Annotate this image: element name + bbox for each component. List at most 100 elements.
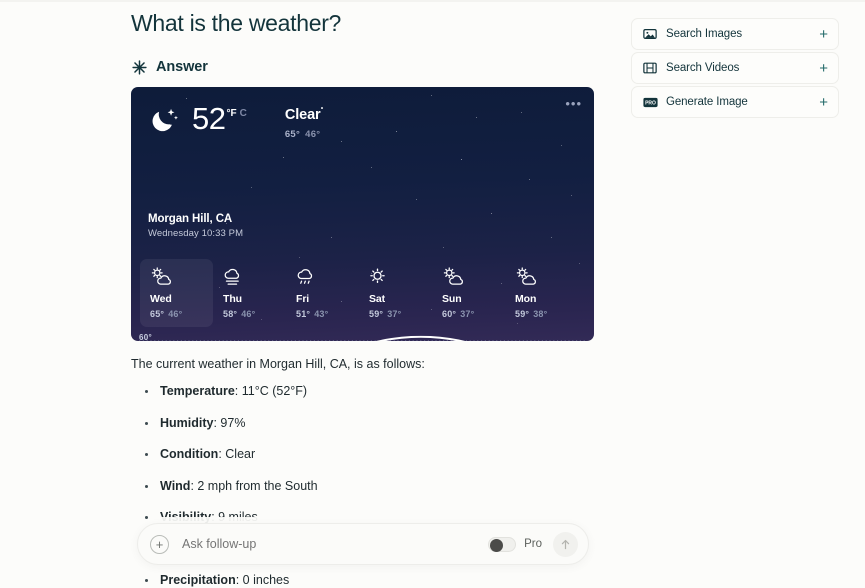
unit-celsius[interactable]: C xyxy=(240,107,247,121)
condition-name: Clear xyxy=(284,107,321,123)
list-item: Humidity: 97% xyxy=(131,414,601,432)
forecast-high: 58° xyxy=(223,309,238,319)
add-attachment-icon[interactable]: + xyxy=(150,534,169,554)
detail-label: Wind xyxy=(160,478,191,493)
list-item: Wind: 2 mph from the South xyxy=(131,477,601,495)
forecast-high: 60° xyxy=(442,309,457,319)
forecast-day-temps: 65° 46° xyxy=(150,309,213,319)
forecast-day-label: Sun xyxy=(442,293,462,305)
weather-card: ••• 52 °F C Clear 65° 46° Morgan Hill, C… xyxy=(131,87,594,341)
location-block: Morgan Hill, CA Wednesday 10:33 PM xyxy=(148,213,243,239)
bullet-icon xyxy=(145,421,148,425)
detail-value: : 97% xyxy=(213,415,246,430)
detail-value: : 9 miles xyxy=(211,510,258,524)
add-icon[interactable]: + xyxy=(819,27,828,42)
rail-item-label: Search Images xyxy=(666,28,743,40)
pro-badge-icon: PRO xyxy=(643,95,658,109)
forecast-low: 38° xyxy=(533,309,548,319)
forecast-low: 37° xyxy=(460,309,475,319)
unit-toggle[interactable]: °F C xyxy=(226,107,246,121)
condition-block: Clear 65° 46° xyxy=(285,106,321,142)
sun-behind-cloud-icon xyxy=(515,267,537,287)
forecast-day-label: Mon xyxy=(515,293,537,305)
forecast-day-wed[interactable]: Wed 65° 46° xyxy=(140,259,213,327)
location-datetime: Wednesday 10:33 PM xyxy=(148,228,244,239)
forecast-high: 59° xyxy=(369,309,384,319)
unit-fahrenheit[interactable]: °F xyxy=(226,107,236,121)
bullet-icon xyxy=(145,390,148,393)
svg-text:PRO: PRO xyxy=(645,101,656,107)
current-temperature: 52 xyxy=(192,101,226,136)
detail-label: Humidity xyxy=(160,415,214,430)
forecast-day-fri[interactable]: Fri 51° 43° xyxy=(286,259,359,327)
forecast-day-temps: 51° 43° xyxy=(296,309,359,319)
sun-behind-cloud-icon xyxy=(150,267,172,287)
condition-high-low: 65° 46° xyxy=(285,129,321,140)
arrow-up-icon xyxy=(561,539,570,549)
rail-item-search-videos[interactable]: Search Videos + xyxy=(631,52,839,84)
image-icon xyxy=(643,27,657,41)
forecast-day-label: Fri xyxy=(296,293,310,305)
forecast-high: 59° xyxy=(515,309,530,319)
fog-cloud-icon xyxy=(223,267,245,287)
location-city: Morgan Hill, CA xyxy=(148,213,233,225)
right-rail: Search Images + Search Videos + PRO Gene… xyxy=(631,18,839,120)
answer-label: Answer xyxy=(156,59,208,75)
send-button[interactable] xyxy=(553,531,578,557)
forecast-high: 51° xyxy=(296,309,311,319)
forecast-day-temps: 59° 38° xyxy=(515,309,578,319)
forecast-day-temps: 58° 46° xyxy=(223,309,286,319)
app-root: What is the weather? Answer ••• 52 °F C … xyxy=(0,0,865,588)
detail-value: : 11°C (52°F) xyxy=(234,384,308,398)
add-icon[interactable]: + xyxy=(819,95,828,110)
chart-ytick-60: 60° xyxy=(139,333,152,341)
moon-stars-icon xyxy=(148,104,182,138)
sun-behind-cloud-icon xyxy=(442,267,464,287)
detail-label: Temperature xyxy=(160,384,235,398)
hourly-temperature-chart: 60° 50° 40° Wed 13 03 AM 06 AM 09 AM 12 … xyxy=(131,327,594,341)
answer-header: Answer xyxy=(131,57,601,77)
forecast-low: 43° xyxy=(314,309,329,319)
forecast-day-sun[interactable]: Sun 60° 37° xyxy=(432,259,505,327)
add-icon[interactable]: + xyxy=(819,61,828,76)
current-conditions: 52 °F C Clear 65° 46° xyxy=(148,101,321,142)
followup-composer: + Pro xyxy=(137,523,589,565)
forecast-day-mon[interactable]: Mon 59° 38° xyxy=(505,259,578,327)
detail-label: Precipitation xyxy=(160,573,236,587)
perplexity-asterisk-icon xyxy=(131,59,148,76)
pro-toggle[interactable] xyxy=(488,536,517,552)
forecast-day-thu[interactable]: Thu 58° 46° xyxy=(213,259,286,327)
forecast-low: 46° xyxy=(241,309,256,319)
forecast-day-temps: 59° 37° xyxy=(369,309,432,319)
weather-card-menu-button[interactable]: ••• xyxy=(565,97,582,110)
list-item: Condition: Clear xyxy=(131,445,601,463)
condition-high: 65° xyxy=(284,129,301,140)
rail-item-label: Search Videos xyxy=(666,62,740,74)
detail-value: : Clear xyxy=(218,447,256,461)
bullet-icon xyxy=(145,453,148,456)
forecast-day-sat[interactable]: Sat 59° 37° xyxy=(359,259,432,327)
list-item: Temperature: 11°C (52°F) xyxy=(131,382,601,400)
forecast-day-label: Sat xyxy=(369,293,386,305)
condition-low: 46° xyxy=(305,129,321,140)
answer-intro: The current weather in Morgan Hill, CA, … xyxy=(131,357,425,371)
rail-item-generate-image[interactable]: PRO Generate Image + xyxy=(631,86,839,118)
detail-value: : 2 mph from the South xyxy=(190,478,318,493)
bullet-icon xyxy=(145,516,148,519)
page-title: What is the weather? xyxy=(131,10,342,36)
followup-input[interactable] xyxy=(182,537,489,551)
forecast-low: 46° xyxy=(168,309,183,319)
forecast-day-temps: 60° 37° xyxy=(442,309,505,319)
list-item: Precipitation: 0 inches xyxy=(131,571,601,588)
detail-label: Visibility xyxy=(160,510,212,524)
forecast-strip: Wed 65° 46° Thu 58° 46° Fri 51° 43° Sat … xyxy=(140,259,578,327)
rain-cloud-icon xyxy=(296,267,318,287)
forecast-low: 37° xyxy=(387,309,402,319)
rail-item-label: Generate Image xyxy=(666,96,748,108)
sun-icon xyxy=(369,267,391,287)
bullet-icon xyxy=(145,484,148,488)
bullet-icon xyxy=(145,579,148,582)
rail-item-search-images[interactable]: Search Images + xyxy=(631,18,839,50)
pro-label: Pro xyxy=(524,538,542,550)
forecast-day-label: Thu xyxy=(223,293,242,305)
